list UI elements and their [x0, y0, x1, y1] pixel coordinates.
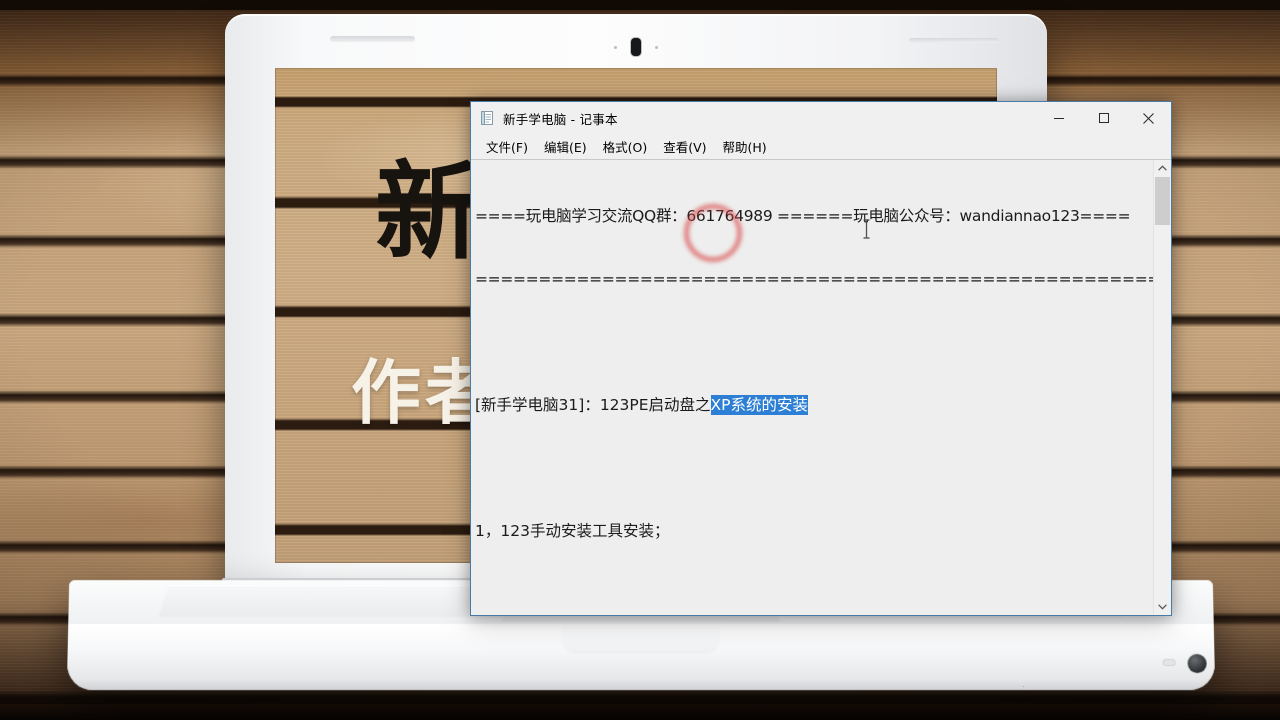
menu-item-edit[interactable]: 编辑(E): [536, 134, 595, 159]
laptop-front-lip: [66, 624, 1216, 691]
webcam-mic-dot-left: [614, 46, 617, 49]
text-line-blank-3: [475, 584, 1151, 605]
text-line-3-prefix: [新手学电脑31]：123PE启动盘之: [475, 396, 711, 414]
power-port-icon: [1187, 654, 1207, 674]
maximize-button[interactable]: [1081, 102, 1126, 134]
menu-item-file[interactable]: 文件(F): [478, 134, 536, 159]
webcam-mic-dot-right: [655, 46, 658, 49]
lid-vent-left: [330, 36, 415, 42]
text-editor[interactable]: ====玩电脑学习交流QQ群：661764989 ======玩电脑公众号：wa…: [471, 160, 1153, 615]
screenshot-scene: 新手 作者: [0, 0, 1280, 720]
top-shadow-band: [0, 0, 1280, 10]
menu-item-help[interactable]: 帮助(H): [715, 134, 775, 159]
minimize-icon: [1053, 118, 1064, 119]
notepad-icon: [479, 110, 495, 126]
scrollbar-track[interactable]: [1154, 177, 1171, 598]
selected-text[interactable]: XP系统的安装: [710, 395, 809, 415]
window-controls: [1036, 102, 1171, 134]
maximize-icon: [1098, 113, 1109, 123]
notepad-window[interactable]: 新手学电脑 - 记事本 文件(F) 编辑(E) 格式(O) 查看(V) 帮助(H…: [470, 101, 1172, 616]
text-line-blank-1: [475, 332, 1151, 353]
title-bar[interactable]: 新手学电脑 - 记事本: [471, 102, 1171, 134]
close-icon: [1143, 112, 1154, 124]
chevron-up-icon: [1158, 165, 1167, 171]
laptop-open-notch: [562, 626, 720, 653]
scrollbar-down-button[interactable]: [1154, 598, 1171, 615]
text-line-4: 1，123手动安装工具安装；: [475, 522, 670, 540]
text-line-3: [新手学电脑31]：123PE启动盘之XP系统的安装: [475, 395, 1151, 416]
menu-item-format[interactable]: 格式(O): [595, 134, 656, 159]
text-line-2: ========================================…: [475, 270, 1153, 288]
text-line-1: ====玩电脑学习交流QQ群：661764989 ======玩电脑公众号：wa…: [475, 207, 1131, 225]
close-button[interactable]: [1126, 102, 1171, 134]
vertical-scrollbar[interactable]: [1153, 160, 1171, 615]
menu-bar[interactable]: 文件(F) 编辑(E) 格式(O) 查看(V) 帮助(H): [471, 134, 1171, 159]
scrollbar-thumb[interactable]: [1155, 177, 1170, 225]
scrollbar-up-button[interactable]: [1154, 160, 1171, 177]
lid-vent-right: [909, 38, 999, 43]
chevron-down-icon: [1158, 604, 1167, 610]
bottom-shadow-band: [0, 704, 1280, 720]
text-line-blank-2: [475, 458, 1151, 479]
window-title: 新手学电脑 - 记事本: [503, 111, 618, 127]
minimize-button[interactable]: [1036, 102, 1081, 134]
webcam-lens-icon: [631, 38, 641, 56]
menu-item-view[interactable]: 查看(V): [655, 134, 714, 159]
status-led-icon: [1163, 660, 1175, 666]
editor-region: ====玩电脑学习交流QQ群：661764989 ======玩电脑公众号：wa…: [471, 159, 1171, 615]
